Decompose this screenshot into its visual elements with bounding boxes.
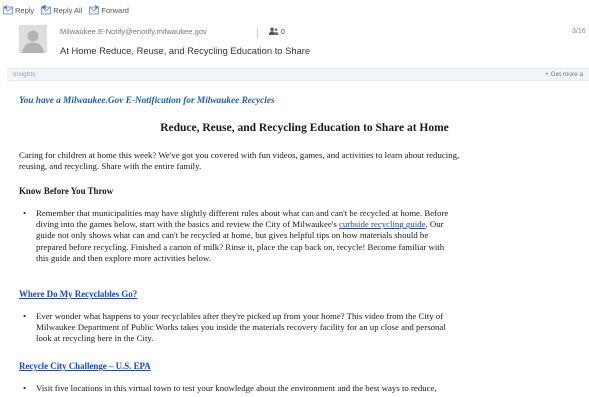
- text-line: look at recycling here in the City.: [36, 333, 154, 344]
- text-line: Visit five locations in this virtual tow…: [36, 383, 437, 393]
- notification-banner: You have a Milwaukee.Gov E-Notification …: [19, 96, 275, 106]
- text-line: diving into the games below, start with …: [36, 219, 448, 230]
- curbside-recycling-guide-link[interactable]: curbside recycling guide: [339, 219, 425, 229]
- newsletter-title: Reduce, Reuse, and Recycling Education t…: [160, 122, 449, 134]
- where-do-my-recyclables-go-link[interactable]: Where Do My Recyclables Go?: [19, 289, 137, 299]
- text-line: Milwaukee Department of Public Works tak…: [36, 322, 446, 333]
- text-fragment: . Our: [425, 219, 444, 230]
- message-body: You have a Milwaukee.Gov E-Notification …: [0, 0, 589, 397]
- recycle-city-challenge-link[interactable]: Recycle City Challenge – U.S. EPA: [19, 361, 151, 371]
- text-fragment: diving into the games below, start with …: [36, 219, 339, 230]
- text-line: guide not only shows what can and can't …: [36, 230, 429, 241]
- list-item: Ever wonder what happens to your recycla…: [23, 311, 446, 345]
- section-heading-know-before: Know Before You Throw: [19, 186, 114, 196]
- intro-paragraph: Caring for children at home this week? W…: [19, 150, 584, 172]
- text-line: prepared before recycling. Finished a ca…: [36, 241, 445, 252]
- text-line: Remember that municipalities may have sl…: [36, 208, 449, 218]
- list-item: Remember that municipalities may have sl…: [23, 208, 449, 264]
- intro-line: reusing, and recycling. Share with the e…: [19, 161, 202, 172]
- text-line: this guide and then explore more activit…: [36, 252, 211, 263]
- intro-line: Caring for children at home this week? W…: [19, 150, 460, 160]
- text-line: Ever wonder what happens to your recycla…: [36, 311, 444, 321]
- list-item: Visit five locations in this virtual tow…: [23, 383, 437, 394]
